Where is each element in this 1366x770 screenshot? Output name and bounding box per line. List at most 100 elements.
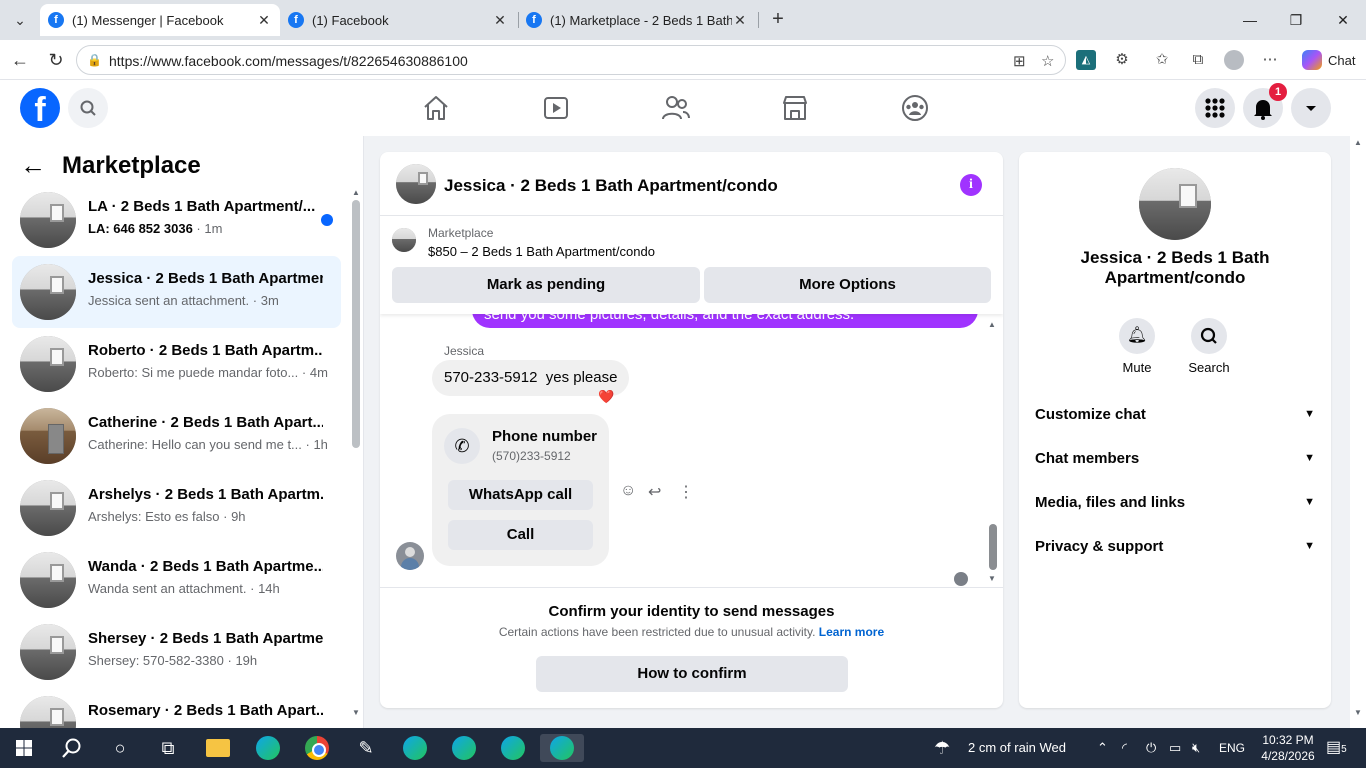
edge-beta-icon[interactable] [401, 734, 429, 762]
info-name: Jessica · 2 Beds 1 Bath Apartment/condo [1080, 248, 1270, 287]
url-field[interactable]: 🔒 https://www.facebook.com/messages/t/82… [76, 45, 1066, 75]
search-conversation-button[interactable]: Search [1179, 318, 1239, 375]
home-nav-icon[interactable] [416, 88, 456, 128]
search-button[interactable] [68, 88, 108, 128]
favorites-icon[interactable]: ✩ [1152, 50, 1172, 70]
reply-icon[interactable]: ↩ [648, 482, 661, 502]
preview-time: 1m [204, 221, 223, 236]
react-emoji-icon[interactable]: ☺ [620, 482, 636, 500]
scroll-up-arrow-icon[interactable]: ▲ [988, 320, 996, 329]
chat-title[interactable]: Jessica · 2 Beds 1 Bath Apartment/condo [444, 176, 778, 196]
groups-nav-icon[interactable] [895, 88, 935, 128]
listing-price[interactable]: $850 – 2 Beds 1 Bath Apartment/condo [428, 244, 655, 259]
page-scrollbar[interactable]: ▲ ▼ [1350, 136, 1366, 728]
edge-icon[interactable] [254, 734, 282, 762]
scroll-down-arrow-icon[interactable]: ▼ [1354, 708, 1362, 717]
windows-start-icon[interactable] [10, 734, 38, 762]
minimize-icon[interactable]: — [1238, 8, 1262, 32]
conversation-name: LA · 2 Beds 1 Bath Apartment/... [88, 198, 316, 215]
profile-avatar-icon[interactable] [1224, 50, 1244, 70]
scroll-up-arrow-icon[interactable]: ▲ [352, 188, 360, 197]
notification-center-icon[interactable]: ▤5 [1326, 728, 1347, 768]
privacy-support-row[interactable]: Privacy & support ▼ [1035, 538, 1315, 562]
conversation-item[interactable]: Rosemary · 2 Beds 1 Bath Apart... [12, 688, 341, 728]
clock-date: 4/28/2026 [1261, 749, 1315, 763]
more-actions-icon[interactable]: ⋮ [678, 482, 694, 502]
conversation-item[interactable]: Arshelys · 2 Beds 1 Bath Apartm... Arshe… [12, 472, 341, 544]
battery-icon[interactable]: ▭ [1169, 728, 1181, 768]
conversation-item[interactable]: Catherine · 2 Beds 1 Bath Apart... Cathe… [12, 400, 341, 472]
info-icon[interactable]: i [960, 174, 982, 196]
chat-scrollbar[interactable] [989, 524, 997, 570]
file-explorer-icon[interactable] [204, 734, 232, 762]
call-button[interactable]: Call [448, 520, 593, 550]
close-tab-icon[interactable]: ✕ [732, 12, 748, 29]
new-tab-icon[interactable]: + [766, 8, 790, 32]
listing-thumbnail[interactable] [392, 228, 416, 252]
edge-beta-active-icon[interactable] [540, 734, 584, 762]
app-available-icon[interactable]: ⊞ [1013, 52, 1026, 70]
sidebar-scrollbar[interactable] [352, 200, 360, 448]
conversation-item[interactable]: LA · 2 Beds 1 Bath Apartment/... LA: 646… [12, 184, 341, 256]
messenger-page: ← Marketplace LA · 2 Beds 1 Bath Apartme… [0, 136, 1366, 728]
learn-more-link[interactable]: Learn more [819, 625, 884, 639]
chevron-up-icon[interactable]: ⌃ [1097, 728, 1108, 768]
device-icon[interactable]: ⏻ [1146, 728, 1156, 768]
clock[interactable]: 10:32 PM 4/28/2026 [1256, 732, 1320, 764]
weather-icon[interactable]: ☂ [934, 728, 950, 768]
edge-beta-icon[interactable] [499, 734, 527, 762]
avatar[interactable] [396, 164, 436, 204]
edge-beta-icon[interactable] [450, 734, 478, 762]
close-tab-icon[interactable]: ✕ [492, 12, 508, 29]
video-nav-icon[interactable] [536, 88, 576, 128]
refresh-icon[interactable]: ↻ [44, 48, 68, 72]
chat-members-row[interactable]: Chat members ▼ [1035, 450, 1315, 474]
menu-button[interactable] [1195, 88, 1235, 128]
site-info-icon[interactable]: 🔒 [87, 53, 102, 67]
tab-list-dropdown-icon[interactable]: ⌄ [8, 8, 32, 32]
mark-as-pending-button[interactable]: Mark as pending [392, 267, 700, 303]
conversation-item[interactable]: Wanda · 2 Beds 1 Bath Apartme... Wanda s… [12, 544, 341, 616]
volume-muted-icon[interactable]: 🔇︎ [1192, 728, 1200, 768]
collections-icon[interactable]: ⧉ [1188, 50, 1208, 70]
account-button[interactable] [1291, 88, 1331, 128]
whatsapp-call-button[interactable]: WhatsApp call [448, 480, 593, 510]
notepad-icon[interactable]: ✎ [352, 734, 380, 762]
scroll-down-arrow-icon[interactable]: ▼ [988, 574, 996, 583]
conversation-item[interactable]: Shersey · 2 Beds 1 Bath Apartme... Shers… [12, 616, 341, 688]
media-files-links-row[interactable]: Media, files and links ▼ [1035, 494, 1315, 518]
close-window-icon[interactable]: ✕ [1331, 8, 1355, 32]
mute-button[interactable]: 🔔︎ Mute [1107, 318, 1167, 375]
cortana-icon[interactable]: ○ [106, 734, 134, 762]
chrome-icon[interactable] [303, 734, 331, 762]
search-icon[interactable] [58, 734, 86, 762]
extensions-puzzle-icon[interactable]: ⚙ [1112, 50, 1132, 70]
copilot-chat-button[interactable]: Chat [1296, 46, 1360, 74]
scroll-up-arrow-icon[interactable]: ▲ [1354, 138, 1362, 147]
marketplace-nav-icon[interactable] [775, 88, 815, 128]
confirm-sub-text: Certain actions have been restricted due… [498, 625, 816, 639]
customize-chat-row[interactable]: Customize chat ▼ [1035, 406, 1315, 430]
maximize-icon[interactable]: ❐ [1284, 8, 1308, 32]
chevron-down-icon: ▼ [1304, 496, 1315, 508]
back-arrow-icon[interactable]: ← [20, 150, 46, 181]
task-view-icon[interactable]: ⧉ [154, 734, 182, 762]
extension-icon[interactable]: ◭ [1076, 50, 1096, 70]
favorite-star-icon[interactable]: ☆ [1041, 52, 1054, 70]
browser-tab-marketplace[interactable]: f (1) Marketplace - 2 Beds 1 Bath Ap ✕ [518, 4, 756, 36]
weather-text[interactable]: 2 cm of rain Wed [968, 728, 1066, 768]
language-indicator[interactable]: ENG [1219, 728, 1245, 768]
browser-tab-messenger[interactable]: f (1) Messenger | Facebook ✕ [40, 4, 280, 36]
back-arrow-icon[interactable]: ← [8, 48, 32, 72]
more-options-button[interactable]: More Options [704, 267, 991, 303]
network-icon[interactable]: ◜ [1122, 728, 1127, 768]
friends-nav-icon[interactable] [656, 88, 696, 128]
conversation-item-active[interactable]: Jessica · 2 Beds 1 Bath Apartmen... Jess… [12, 256, 341, 328]
facebook-logo-icon[interactable]: f [20, 88, 60, 129]
scroll-down-arrow-icon[interactable]: ▼ [352, 708, 360, 717]
how-to-confirm-button[interactable]: How to confirm [536, 656, 848, 692]
conversation-item[interactable]: Roberto · 2 Beds 1 Bath Apartm... Robert… [12, 328, 341, 400]
browser-tab-facebook[interactable]: f (1) Facebook ✕ [280, 4, 516, 36]
close-tab-icon[interactable]: ✕ [256, 12, 272, 29]
more-menu-icon[interactable]: ⋯ [1260, 50, 1280, 70]
